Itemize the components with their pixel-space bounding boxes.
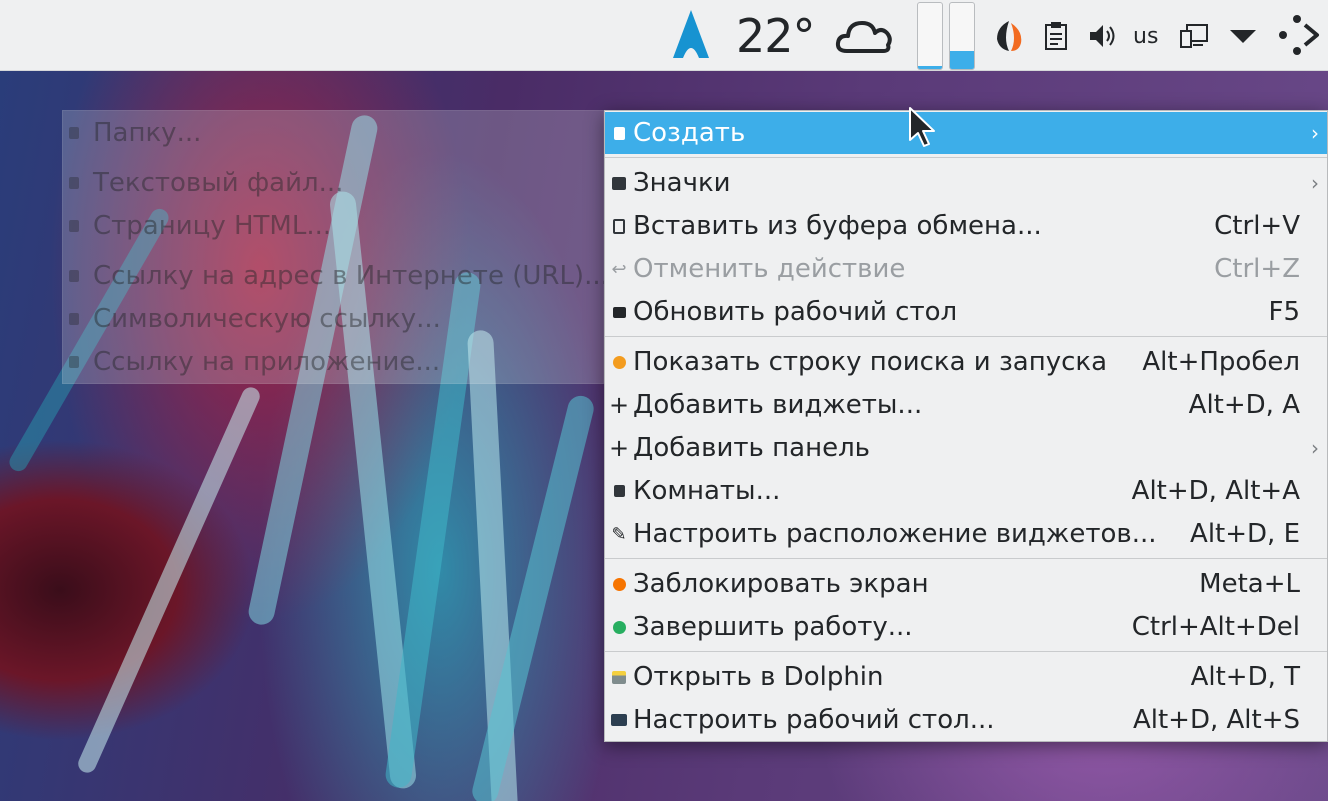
submenu-item[interactable]: Текстовый файл... [63, 163, 343, 203]
desktop-toolbox-icon[interactable] [1276, 12, 1322, 58]
gauge-fill [918, 65, 942, 69]
menu-item-label: Создать [633, 118, 746, 148]
cpu-load-gauge[interactable] [917, 2, 943, 70]
menu-item-shortcut: Ctrl+V [1214, 211, 1300, 241]
submenu-item[interactable]: Символическую ссылку... [63, 299, 441, 339]
menu-item-shortcut: Alt+Пробел [1142, 347, 1300, 377]
symlink-icon [69, 313, 79, 325]
folder-icon [69, 127, 79, 139]
menu-item-shortcut: Ctrl+Z [1214, 254, 1300, 284]
app-link-icon [69, 356, 79, 368]
menu-item-open-dolphin[interactable]: Открыть в Dolphin Alt+D, T [605, 656, 1327, 698]
volume-icon[interactable] [1086, 20, 1118, 52]
menu-item-add-panel[interactable]: + Добавить панель › [605, 427, 1327, 469]
lock-icon [605, 563, 633, 605]
vpn-app-icon[interactable] [992, 18, 1028, 54]
pencil-icon: ✎ [611, 523, 627, 545]
submenu-item-label: Символическую ссылку... [93, 304, 441, 334]
menu-item-add-widgets[interactable]: + Добавить виджеты... Alt+D, A [605, 384, 1327, 426]
menu-item-shortcut: Meta+L [1199, 569, 1300, 599]
temperature-label[interactable]: 22° [736, 6, 816, 66]
plus-icon: + [608, 434, 630, 462]
activities-icon [605, 470, 633, 512]
chevron-right-icon: › [1311, 436, 1319, 460]
menu-item-shortcut: Alt+D, Alt+A [1131, 476, 1300, 506]
desktop-settings-icon [605, 699, 633, 741]
submenu-item[interactable]: Страницу HTML... [63, 206, 331, 246]
submenu-item-label: Страницу HTML... [93, 211, 332, 241]
keyboard-layout-indicator[interactable]: us [1133, 20, 1158, 52]
menu-item-icons[interactable]: Значки › [605, 162, 1327, 204]
url-link-icon [69, 270, 79, 282]
cloud-weather-icon[interactable] [832, 12, 894, 58]
dolphin-icon [605, 656, 633, 698]
menu-separator [605, 336, 1327, 337]
submenu-item[interactable]: Ссылку на приложение... [63, 342, 440, 382]
submenu-item-label: Текстовый файл... [93, 168, 344, 198]
text-file-icon [69, 177, 79, 189]
menu-item-krunner[interactable]: Показать строку поиска и запуска Alt+Про… [605, 341, 1327, 383]
clipboard-icon [605, 205, 633, 247]
memory-load-gauge[interactable] [949, 2, 975, 70]
menu-item-configure-desktop[interactable]: Настроить рабочий стол... Alt+D, Alt+S [605, 699, 1327, 741]
chevron-right-icon: › [1311, 121, 1319, 145]
network-icon[interactable] [1178, 20, 1210, 52]
menu-separator [605, 651, 1327, 652]
top-panel: 22° us [0, 0, 1328, 71]
menu-item-label: Значки [633, 168, 731, 198]
krunner-icon [605, 341, 633, 383]
undo-icon: ↩ [611, 258, 627, 280]
refresh-icon [605, 291, 633, 333]
menu-item-shortcut: Alt+D, T [1190, 662, 1300, 692]
menu-item-undo[interactable]: ↩ Отменить действие Ctrl+Z [605, 248, 1327, 290]
menu-item-shortcut: Alt+D, E [1190, 519, 1300, 549]
clipboard-icon[interactable] [1042, 20, 1070, 52]
chevron-right-icon: › [1311, 171, 1319, 195]
submenu-item[interactable]: Ссылку на адрес в Интернете (URL)... [63, 256, 609, 296]
new-document-icon [605, 112, 633, 154]
menu-item-paste[interactable]: Вставить из буфера обмена... Ctrl+V [605, 205, 1327, 247]
menu-item-shortcut: Alt+D, A [1188, 390, 1300, 420]
menu-item-label: Добавить панель [633, 433, 871, 463]
menu-item-refresh[interactable]: Обновить рабочий стол F5 [605, 291, 1327, 333]
submenu-item[interactable]: Папку... [63, 113, 201, 153]
plus-icon: + [608, 391, 630, 419]
arch-logo-icon[interactable] [670, 8, 712, 60]
html-file-icon [69, 220, 79, 232]
menu-separator [605, 157, 1327, 158]
logout-icon [605, 606, 633, 648]
menu-item-activities[interactable]: Комнаты... Alt+D, Alt+A [605, 470, 1327, 512]
submenu-item-label: Папку... [93, 118, 202, 148]
menu-item-logout[interactable]: Завершить работу... Ctrl+Alt+Del [605, 606, 1327, 648]
submenu-item-label: Ссылку на приложение... [93, 347, 441, 377]
wallpaper-streak [75, 384, 263, 776]
mouse-cursor-icon [908, 106, 938, 154]
menu-item-edit-layout[interactable]: ✎ Настроить расположение виджетов... Alt… [605, 513, 1327, 555]
icons-view-icon [605, 162, 633, 204]
gauge-fill [950, 50, 974, 69]
menu-item-shortcut: F5 [1268, 297, 1301, 327]
menu-item-shortcut: Ctrl+Alt+Del [1131, 612, 1300, 642]
menu-item-create[interactable]: Создать › [605, 112, 1327, 154]
create-submenu: Папку... Текстовый файл... Страницу HTML… [62, 110, 609, 384]
desktop-context-menu: Создать › Значки › Вставить из буфера об… [604, 110, 1328, 742]
menu-item-label: Обновить рабочий стол [633, 297, 958, 327]
submenu-item-label: Ссылку на адрес в Интернете (URL)... [93, 261, 609, 291]
menu-item-shortcut: Alt+D, Alt+S [1132, 705, 1300, 735]
menu-item-lock-screen[interactable]: Заблокировать экран Meta+L [605, 563, 1327, 605]
system-tray-expand-icon[interactable] [1226, 22, 1260, 50]
menu-separator [605, 558, 1327, 559]
